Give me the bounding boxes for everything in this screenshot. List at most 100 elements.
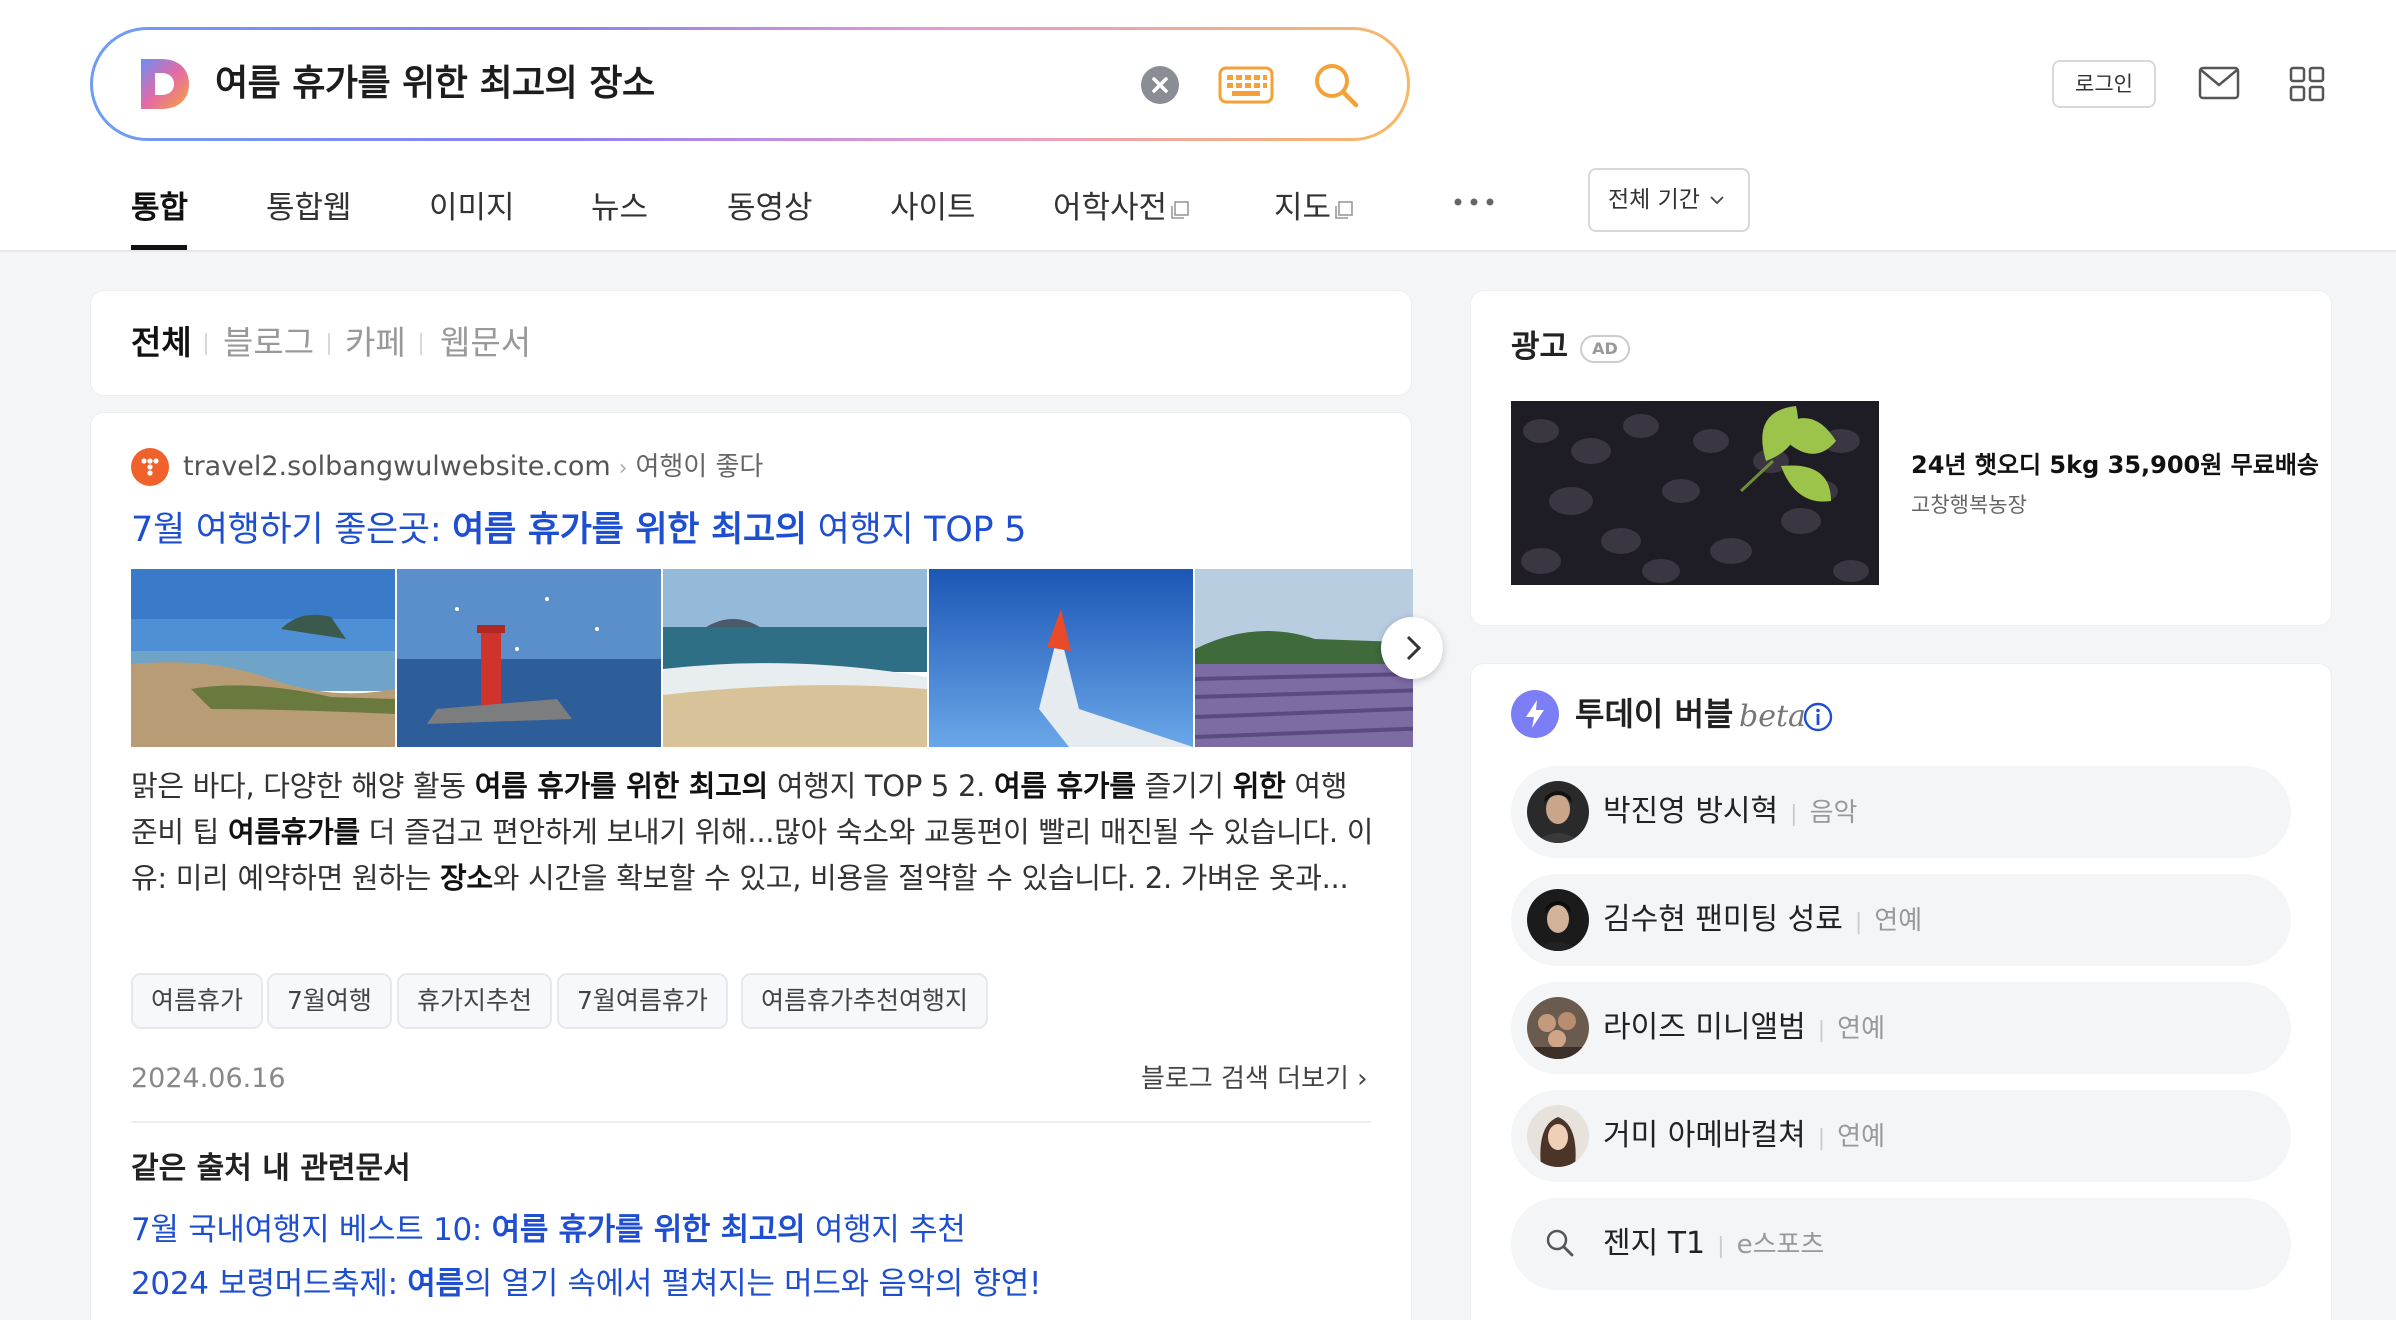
result-snippet: 맑은 바다, 다양한 해양 활동 여름 휴가를 위한 최고의 여행지 TOP 5… xyxy=(131,763,1381,901)
ad-seller[interactable]: 고창행복농장 xyxy=(1911,489,2027,521)
result-thumbnail[interactable] xyxy=(663,569,927,747)
ad-image[interactable] xyxy=(1511,401,1879,585)
related-link-highlight: 여름 휴가를 위한 최고의 xyxy=(491,1212,806,1248)
external-link-icon xyxy=(1171,200,1189,219)
result-thumbnail[interactable] xyxy=(131,569,395,747)
chevron-down-icon xyxy=(1710,196,1724,205)
period-filter-label: 전체 기간 xyxy=(1608,187,1700,213)
search-bar[interactable]: 여름 휴가를 위한 최고의 장소 xyxy=(90,27,1410,141)
related-doc-link[interactable]: 7월 국내여행지 베스트 10: 여름 휴가를 위한 최고의 여행지 추천 xyxy=(131,1207,966,1253)
bubble-keyword: 거미 아메바컬쳐 xyxy=(1603,1118,1806,1153)
content-filter-bar: 전체 블로그 카페 웹문서 xyxy=(90,290,1412,396)
tag-chip[interactable]: 7월여행 xyxy=(267,973,392,1029)
source-category[interactable]: 여행이 좋다 xyxy=(635,452,763,482)
snippet-highlight: 장소 xyxy=(439,861,493,895)
source-breadcrumb[interactable]: travel2.solbangwulwebsite.com › 여행이 좋다 xyxy=(183,447,763,489)
ad-card: 광고 AD 24년 햇오디 5kg 35,900원 무료배송 고창행복농장 xyxy=(1470,290,2332,626)
blog-search-more-link[interactable]: 블로그 검색 더보기 › xyxy=(1141,1059,1368,1099)
bubble-item[interactable]: 젠지 T1 | e스포츠 xyxy=(1511,1198,2291,1290)
bubble-keyword: 박진영 방시혁 xyxy=(1603,794,1779,829)
bubble-keyword: 라이즈 미니앨범 xyxy=(1603,1010,1806,1045)
bubble-category: 연예 xyxy=(1837,1122,1886,1152)
bubble-text: 김수현 팬미팅 성료 | 연예 xyxy=(1603,896,1922,947)
snippet-highlight: 여름휴가를 xyxy=(227,815,360,849)
section-divider xyxy=(131,1121,1371,1123)
related-docs-heading: 같은 출처 내 관련문서 xyxy=(131,1151,411,1186)
period-filter-dropdown[interactable]: 전체 기간 xyxy=(1588,168,1750,232)
related-link-suffix: 의 열기 속에서 펼쳐지는 머드와 음악의 향연! xyxy=(463,1266,1042,1302)
filter-divider xyxy=(205,333,207,355)
bubble-divider: | xyxy=(1790,802,1798,827)
more-tabs-icon[interactable] xyxy=(1452,192,1496,212)
source-url[interactable]: travel2.solbangwulwebsite.com xyxy=(183,451,611,482)
today-bubble-card: 투데이 버블 beta 박진영 방시혁 | 음악 김수현 팬미팅 성료 | 연예 라이즈… xyxy=(1470,663,2332,1320)
tab-integrated-web[interactable]: 통합웹 xyxy=(266,178,352,238)
related-link-prefix: 7월 국내여행지 베스트 10: xyxy=(131,1212,492,1248)
tab-news[interactable]: 뉴스 xyxy=(591,178,648,238)
header: 여름 휴가를 위한 최고의 장소 로그인 통합 통합웹 이미지 뉴스 동영상 사… xyxy=(0,0,2396,252)
bubble-item[interactable]: 박진영 방시혁 | 음악 xyxy=(1511,766,2291,858)
tab-dictionary[interactable]: 어학사전 xyxy=(1053,178,1191,238)
external-link-icon xyxy=(1335,200,1353,219)
login-button[interactable]: 로그인 xyxy=(2052,60,2156,108)
source-favicon-icon[interactable] xyxy=(131,448,169,486)
result-title-link[interactable]: 7월 여행하기 좋은곳: 여름 휴가를 위한 최고의 여행지 TOP 5 xyxy=(131,505,1026,555)
tab-sites[interactable]: 사이트 xyxy=(890,178,976,238)
bubble-text: 박진영 방시혁 | 음악 xyxy=(1603,788,1857,839)
bubble-divider: | xyxy=(1717,1234,1725,1259)
daum-logo-icon[interactable] xyxy=(137,57,191,111)
blog-search-more-label: 블로그 검색 더보기 xyxy=(1141,1064,1349,1094)
result-title-highlight: 여름 휴가를 위한 최고의 xyxy=(452,510,807,550)
tab-images[interactable]: 이미지 xyxy=(429,178,515,238)
avatar xyxy=(1527,781,1589,843)
tab-map[interactable]: 지도 xyxy=(1274,178,1355,238)
bubble-item[interactable]: 김수현 팬미팅 성료 | 연예 xyxy=(1511,874,2291,966)
filter-webdoc[interactable]: 웹문서 xyxy=(440,321,531,365)
thumbnail-next-button[interactable] xyxy=(1381,617,1443,679)
filter-blog[interactable]: 블로그 xyxy=(223,321,314,365)
filter-cafe[interactable]: 카페 xyxy=(345,321,406,365)
info-icon[interactable] xyxy=(1802,701,1834,733)
snippet-highlight: 여름 휴가를 xyxy=(994,769,1136,803)
bubble-category: 연예 xyxy=(1874,906,1923,936)
snippet-text: 맑은 바다, 다양한 해양 활동 xyxy=(131,769,475,803)
bubble-keyword: 김수현 팬미팅 성료 xyxy=(1603,902,1843,937)
result-thumbnail[interactable] xyxy=(929,569,1193,747)
apps-grid-icon[interactable] xyxy=(2289,66,2325,102)
snippet-text: 와 시간을 확보할 수 있고, 비용을 절약할 수 있습니다. 2. 가벼운 옷… xyxy=(492,861,1349,895)
clear-search-button[interactable] xyxy=(1141,66,1179,104)
ad-title-link[interactable]: 24년 햇오디 5kg 35,900원 무료배송 xyxy=(1911,447,2319,483)
bubble-item[interactable]: 라이즈 미니앨범 | 연예 xyxy=(1511,982,2291,1074)
tab-integrated[interactable]: 통합 xyxy=(131,178,188,238)
bubble-divider: | xyxy=(1854,910,1863,935)
tag-chip[interactable]: 여름휴가 xyxy=(131,973,264,1029)
tag-chip[interactable]: 7월여름휴가 xyxy=(557,973,728,1029)
search-icon xyxy=(1546,1229,1574,1257)
search-query[interactable]: 여름 휴가를 위한 최고의 장소 xyxy=(215,56,655,112)
ad-badge: AD xyxy=(1580,335,1630,363)
filter-divider xyxy=(328,333,330,355)
search-box[interactable]: 여름 휴가를 위한 최고의 장소 xyxy=(93,30,1407,138)
close-icon xyxy=(1152,77,1168,93)
mail-icon[interactable] xyxy=(2198,64,2240,102)
result-thumbnail[interactable] xyxy=(397,569,661,747)
bubble-category: 연예 xyxy=(1837,1014,1886,1044)
bubble-text: 젠지 T1 | e스포츠 xyxy=(1603,1220,1824,1271)
lightning-icon xyxy=(1511,690,1559,738)
bubble-divider: | xyxy=(1817,1018,1826,1043)
result-image-strip xyxy=(131,569,1413,747)
chevron-right-icon xyxy=(1406,635,1422,661)
search-icon[interactable] xyxy=(1311,60,1361,110)
search-result-card: travel2.solbangwulwebsite.com › 여행이 좋다 7월 … xyxy=(90,412,1443,1320)
tab-videos[interactable]: 동영상 xyxy=(727,178,813,238)
related-doc-link[interactable]: 2024 보령머드축제: 여름의 열기 속에서 펼쳐지는 머드와 음악의 향연! xyxy=(131,1261,1041,1307)
bubble-item[interactable]: 거미 아메바컬쳐 | 연예 xyxy=(1511,1090,2291,1182)
tag-chip[interactable]: 여름휴가추천여행지 xyxy=(741,973,989,1029)
filter-all[interactable]: 전체 xyxy=(131,321,192,365)
tag-chip[interactable]: 휴가지추천 xyxy=(397,973,553,1029)
tab-map-label: 지도 xyxy=(1274,190,1332,226)
bubble-divider: | xyxy=(1817,1126,1826,1151)
bubble-category: 음악 xyxy=(1809,798,1858,828)
result-date: 2024.06.16 xyxy=(131,1063,286,1094)
keyboard-icon[interactable] xyxy=(1218,66,1274,104)
